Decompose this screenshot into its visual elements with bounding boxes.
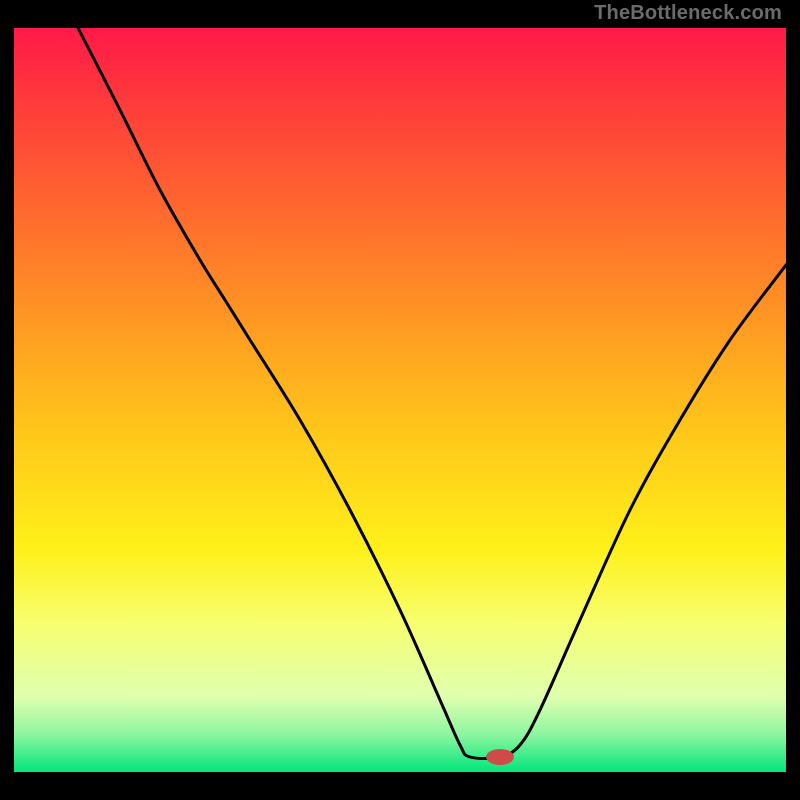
optimum-marker [486, 749, 514, 765]
gradient-background [14, 28, 786, 772]
watermark-text: TheBottleneck.com [594, 2, 782, 25]
bottleneck-chart: TheBottleneck.com [0, 0, 800, 800]
chart-svg [0, 0, 800, 800]
